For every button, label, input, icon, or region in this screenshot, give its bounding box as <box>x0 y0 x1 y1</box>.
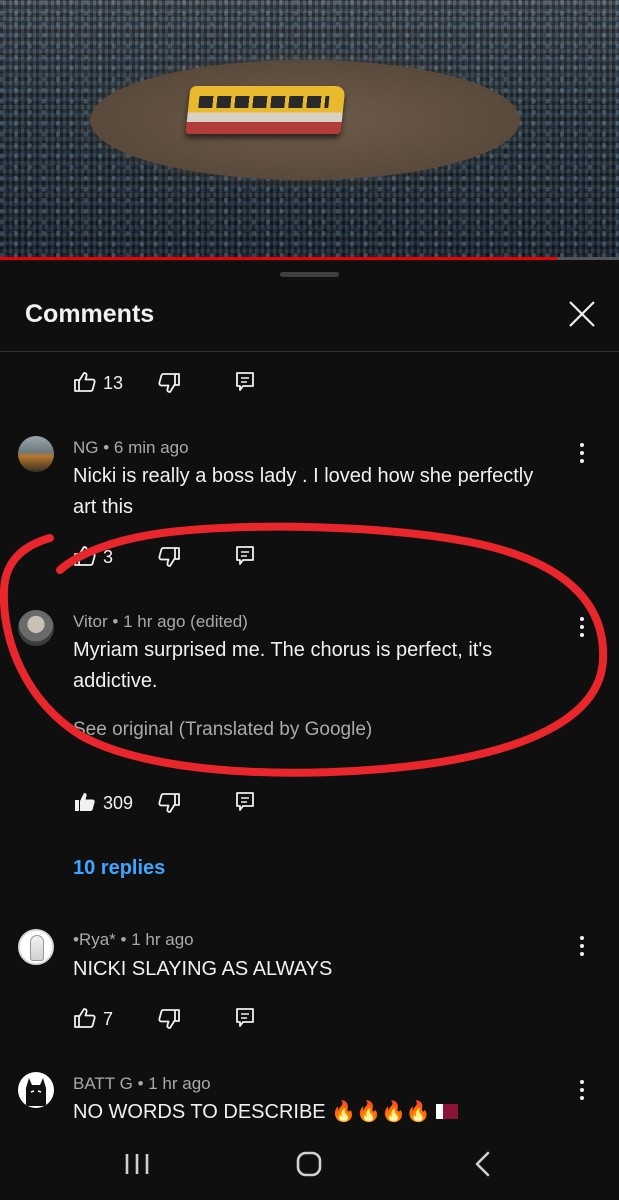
more-vert-icon[interactable] <box>577 443 587 465</box>
comment-meta: Vitor • 1 hr ago (edited) <box>73 612 248 632</box>
comment-time: 1 hr ago <box>148 1074 211 1093</box>
comment-text: NICKI SLAYING AS ALWAYS <box>73 954 573 985</box>
comment-meta: NG • 6 min ago <box>73 438 189 458</box>
drag-handle[interactable] <box>280 272 339 277</box>
more-vert-icon[interactable] <box>577 936 587 958</box>
video-frame-bus <box>185 86 346 134</box>
reply-icon[interactable] <box>235 791 255 813</box>
thumb-down-icon[interactable] <box>157 372 181 394</box>
comment-author[interactable]: •Rya* <box>73 930 116 949</box>
video-player[interactable] <box>0 0 619 257</box>
avatar[interactable] <box>18 1072 54 1108</box>
system-nav-bar <box>0 1128 619 1200</box>
like-count: 7 <box>103 1009 114 1029</box>
back-icon[interactable] <box>472 1150 492 1178</box>
home-icon[interactable] <box>295 1150 323 1178</box>
thumb-up-filled-icon[interactable] <box>73 791 97 813</box>
recent-apps-icon[interactable] <box>124 1152 150 1176</box>
comment-text-line: Nicki is really a boss lady . I loved ho… <box>73 465 534 487</box>
thumb-down-icon[interactable] <box>157 1008 181 1030</box>
thumb-down-icon[interactable] <box>157 792 181 814</box>
close-icon <box>569 301 595 327</box>
close-button[interactable] <box>566 298 598 330</box>
comment-text-line: NICKI SLAYING AS ALWAYS <box>73 958 333 980</box>
reply-icon[interactable] <box>235 371 255 393</box>
comment-time: 6 min ago <box>113 438 189 457</box>
header-divider <box>0 351 619 352</box>
comment-author[interactable]: Vitor <box>73 612 108 631</box>
comment-text-line: art this <box>73 496 134 518</box>
comment-text: Nicki is really a boss lady . I loved ho… <box>73 461 573 523</box>
comment-text-content: NO WORDS TO DESCRIBE 🔥🔥🔥🔥 <box>73 1101 431 1123</box>
like-count: 3 <box>103 547 114 567</box>
comment-time: 1 hr ago <box>131 930 194 949</box>
meta-separator: • <box>137 1074 144 1093</box>
reply-icon[interactable] <box>235 545 255 567</box>
meta-separator: • <box>120 930 127 949</box>
batman-avatar-icon <box>26 1078 46 1106</box>
comment-time: 1 hr ago (edited) <box>123 612 248 631</box>
avatar[interactable] <box>18 610 54 646</box>
thumb-up-icon[interactable] <box>73 371 97 393</box>
comment-author[interactable]: NG <box>73 438 99 457</box>
avatar[interactable] <box>18 436 54 472</box>
more-vert-icon[interactable] <box>577 1080 587 1102</box>
like-count: 309 <box>103 793 134 813</box>
comment-author[interactable]: BATT G <box>73 1074 133 1093</box>
thumb-up-icon[interactable] <box>73 1007 97 1029</box>
comment-text-line: Myriam surprised me. The chorus is perfe… <box>73 639 493 661</box>
qatar-flag-icon <box>436 1104 459 1119</box>
thumb-up-icon[interactable] <box>73 545 97 567</box>
see-original-link[interactable]: See original (Translated by Google) <box>73 719 372 741</box>
view-replies-button[interactable]: 10 replies <box>73 857 165 880</box>
comment-meta: BATT G • 1 hr ago <box>73 1074 211 1094</box>
thumb-down-icon[interactable] <box>157 546 181 568</box>
reply-icon[interactable] <box>235 1007 255 1029</box>
comment-text: NO WORDS TO DESCRIBE 🔥🔥🔥🔥 <box>73 1097 573 1128</box>
comment-text: Myriam surprised me. The chorus is perfe… <box>73 635 573 697</box>
comment-text-line: addictive. <box>73 670 158 692</box>
like-count: 13 <box>103 373 124 393</box>
more-vert-icon[interactable] <box>577 617 587 639</box>
comment-text-line: NO WORDS TO DESCRIBE 🔥🔥🔥🔥 <box>73 1097 573 1128</box>
avatar[interactable] <box>18 929 54 965</box>
meta-separator: • <box>103 438 110 457</box>
sheet-title: Comments <box>25 300 155 328</box>
meta-separator: • <box>112 612 119 631</box>
comment-meta: •Rya* • 1 hr ago <box>73 930 194 950</box>
